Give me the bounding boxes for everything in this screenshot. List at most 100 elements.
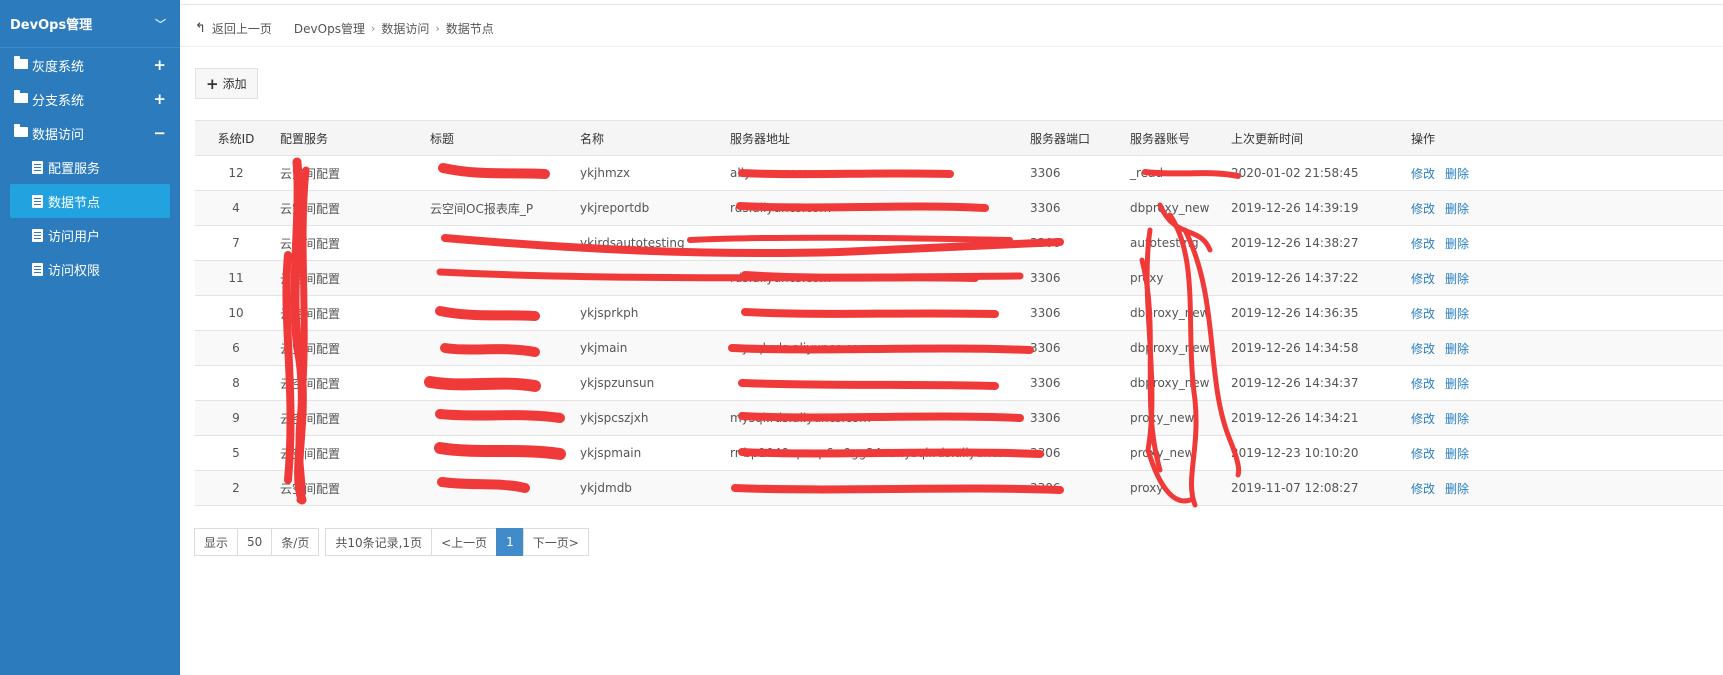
table-row: 7 云空间配置 ykjrdsautotesting 3306 autotesting 20… [195, 226, 1723, 261]
breadcrumb-item[interactable]: 数据访问 [381, 20, 429, 37]
cell-service: 云空间配置 [280, 341, 341, 356]
cell-port: 3306 [1030, 446, 1061, 460]
table-row: 6 云空间配置 ykjmain mysql.rds.aliyuncs.com 3306 d… [195, 331, 1723, 366]
column-header[interactable]: 服务器地址 [727, 130, 1027, 147]
column-header[interactable]: 服务器账号 [1127, 130, 1228, 147]
cell-updated: 2019-12-26 14:36:35 [1231, 306, 1359, 320]
table-row: 8 云空间配置 ykjspzunsun 3306 dbproxy_new 2019-12-… [195, 366, 1723, 401]
sidebar-header[interactable]: DevOps管理 ﹀ [0, 0, 180, 48]
cell-name: ykjspzunsun [580, 376, 655, 390]
sidebar-item-data-node[interactable]: 数据节点 [10, 184, 170, 218]
edit-link[interactable]: 修改 [1411, 272, 1435, 286]
cell-id: 6 [232, 341, 240, 355]
cell-port: 3306 [1030, 341, 1061, 355]
cell-updated: 2020-01-02 21:58:45 [1231, 166, 1359, 180]
current-page-button[interactable]: 1 [496, 528, 524, 556]
edit-link[interactable]: 修改 [1411, 482, 1435, 496]
cell-service: 云空间配置 [280, 271, 341, 286]
back-arrow-icon[interactable]: ↰ [195, 21, 206, 36]
cell-updated: 2019-12-26 14:34:58 [1231, 341, 1359, 355]
cell-account: _read [1130, 166, 1164, 180]
document-icon [32, 228, 43, 242]
cell-id: 2 [232, 481, 240, 495]
page-size-input[interactable]: 50 [237, 528, 273, 556]
cell-addr: mysql.rds.aliyuncs.com [730, 341, 871, 355]
menu-group-label: 数据访问 [32, 127, 85, 143]
document-icon [32, 160, 43, 174]
cell-name: ykjdmdb [580, 481, 632, 495]
cell-addr: mysql.rds.aliyuncs.com [730, 411, 871, 425]
cell-actions: 修改 删除 [1408, 235, 1608, 252]
menu-group-branch[interactable]: 分支系统 + [0, 82, 180, 116]
expand-icon[interactable]: + [153, 56, 166, 74]
delete-link[interactable]: 删除 [1445, 447, 1469, 461]
delete-link[interactable]: 删除 [1445, 237, 1469, 251]
plus-icon: + [206, 74, 219, 93]
column-header[interactable]: 标题 [427, 130, 577, 147]
delete-link[interactable]: 删除 [1445, 482, 1469, 496]
cell-name: ykjsprkph [580, 306, 639, 320]
delete-link[interactable]: 删除 [1445, 167, 1469, 181]
menu-group-label: 分支系统 [32, 93, 85, 109]
collapse-icon[interactable]: − [153, 124, 166, 142]
add-button[interactable]: + 添加 [195, 68, 258, 99]
menu-group-label: 灰度系统 [32, 59, 85, 75]
edit-link[interactable]: 修改 [1411, 202, 1435, 216]
edit-link[interactable]: 修改 [1411, 342, 1435, 356]
folder-icon [14, 90, 28, 103]
menu-group-data-access[interactable]: 数据访问 − [0, 116, 180, 150]
sidebar-item-config-service[interactable]: 配置服务 [0, 150, 180, 184]
next-page-button[interactable]: 下一页> [522, 528, 589, 556]
edit-link[interactable]: 修改 [1411, 412, 1435, 426]
chevron-down-icon[interactable]: ﹀ [155, 16, 166, 32]
delete-link[interactable]: 删除 [1445, 307, 1469, 321]
edit-link[interactable]: 修改 [1411, 307, 1435, 321]
table-row: 9 云空间配置 ykjspcszjxh mysql.rds.aliyuncs.com 3… [195, 401, 1723, 436]
cell-port: 3306 [1030, 411, 1061, 425]
cell-port: 3306 [1030, 376, 1061, 390]
back-link[interactable]: 返回上一页 [212, 20, 272, 37]
cell-account: autotesting [1130, 236, 1199, 250]
edit-link[interactable]: 修改 [1411, 167, 1435, 181]
column-header[interactable]: 配置服务 [277, 130, 427, 147]
menu-group-gray[interactable]: 灰度系统 + [0, 48, 180, 82]
table-row: 10 云空间配置 ykjsprkph 3306 dbproxy_new 2019-12-2… [195, 296, 1723, 331]
cell-name: ykjhmzx [580, 166, 631, 180]
breadcrumb-item[interactable]: DevOps管理 [294, 20, 365, 37]
delete-link[interactable]: 删除 [1445, 377, 1469, 391]
record-summary: 共10条记录,1页 [325, 528, 433, 556]
cell-addr: rr-bp1040epexp6w0gg24o.mysql.rds.aliyunc… [730, 446, 1027, 460]
column-header[interactable]: 上次更新时间 [1228, 130, 1408, 147]
cell-actions: 修改 删除 [1408, 165, 1608, 182]
cell-updated: 2019-12-26 14:38:27 [1231, 236, 1359, 250]
edit-link[interactable]: 修改 [1411, 237, 1435, 251]
sidebar-item-access-permission[interactable]: 访问权限 [0, 252, 180, 286]
cell-id: 9 [232, 411, 240, 425]
edit-link[interactable]: 修改 [1411, 447, 1435, 461]
delete-link[interactable]: 删除 [1445, 272, 1469, 286]
cell-account: proxy [1130, 271, 1164, 285]
delete-link[interactable]: 删除 [1445, 202, 1469, 216]
cell-account: proxy_new [1130, 411, 1195, 425]
chevron-right-icon: › [435, 22, 440, 35]
cell-updated: 2019-12-23 10:10:20 [1231, 446, 1359, 460]
delete-link[interactable]: 删除 [1445, 412, 1469, 426]
expand-icon[interactable]: + [153, 90, 166, 108]
column-header[interactable]: 服务器端口 [1027, 130, 1127, 147]
sidebar-item-access-user[interactable]: 访问用户 [0, 218, 180, 252]
table-row: 4 云空间配置 云空间OC报表库_P ykjreportdb rds.aliyuncs.… [195, 191, 1723, 226]
column-header[interactable]: 系统ID [195, 130, 277, 147]
delete-link[interactable]: 删除 [1445, 342, 1469, 356]
cell-actions: 修改 删除 [1408, 305, 1608, 322]
cell-account: proxy_new [1130, 446, 1195, 460]
cell-actions: 修改 删除 [1408, 445, 1608, 462]
page-size-label: 显示 [194, 528, 239, 556]
folder-icon [14, 56, 28, 69]
document-icon [32, 262, 43, 276]
sidebar-item-label: 访问用户 [48, 229, 101, 245]
prev-page-button[interactable]: <上一页 [431, 528, 498, 556]
column-header[interactable]: 名称 [577, 130, 727, 147]
edit-link[interactable]: 修改 [1411, 377, 1435, 391]
breadcrumb-divider [180, 46, 1723, 47]
cell-account: dbproxy_new [1130, 376, 1210, 390]
